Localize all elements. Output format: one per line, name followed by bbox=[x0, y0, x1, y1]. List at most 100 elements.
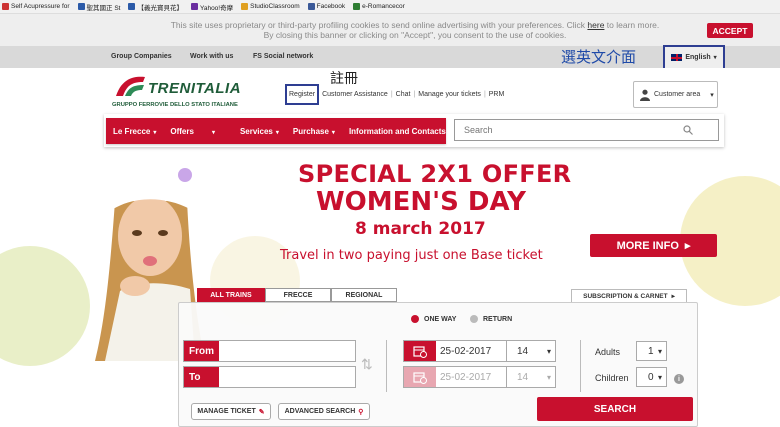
more-info-button[interactable]: MORE INFO ▸ bbox=[590, 234, 717, 257]
cookie-message: This site uses proprietary or third-part… bbox=[170, 20, 660, 40]
header-links: Register Customer Assistance | Chat | Ma… bbox=[285, 83, 504, 105]
customer-assistance-link[interactable]: Customer Assistance bbox=[322, 91, 388, 98]
chevron-down-icon: ▾ bbox=[713, 55, 717, 61]
bookmark-icon bbox=[2, 3, 9, 10]
promo-subtitle: WOMEN'S DAY bbox=[316, 187, 526, 217]
facebook-icon bbox=[307, 3, 315, 10]
fs-social-network-link[interactable]: FS Social network bbox=[253, 53, 313, 60]
customer-area-button[interactable]: Customer area ▾ bbox=[633, 81, 718, 108]
bookmark-item[interactable]: Yahoo!奇摩 bbox=[190, 2, 233, 12]
children-label: Children bbox=[595, 373, 629, 383]
bookmark-item[interactable]: 【義光寶貝花】 bbox=[128, 2, 183, 12]
main-nav: Le Frecce ▾ Offers ▾ Services ▾ Purchase ▾ I… bbox=[106, 118, 452, 144]
to-input[interactable] bbox=[219, 367, 355, 387]
fs-logo-icon bbox=[116, 76, 145, 96]
tab-all-trains[interactable]: ALL TRAINS bbox=[197, 288, 265, 302]
train-type-tabs: ALL TRAINS FRECCE REGIONAL bbox=[197, 288, 397, 302]
cookie-banner: This site uses proprietary or third-part… bbox=[0, 14, 780, 46]
from-field[interactable]: From bbox=[183, 340, 356, 362]
nav-information-contacts[interactable]: Information and Contacts ▾ bbox=[342, 127, 459, 136]
chevron-down-icon: ▾ bbox=[657, 346, 662, 356]
search-input[interactable] bbox=[454, 119, 719, 141]
chevron-down-icon: ▾ bbox=[448, 129, 452, 136]
radio-selected-icon bbox=[411, 315, 419, 323]
group-companies-link[interactable]: Group Companies bbox=[111, 53, 172, 60]
nav-purchase[interactable]: Purchase ▾ bbox=[286, 127, 342, 136]
manage-ticket-button[interactable]: MANAGE TICKET ✎ bbox=[191, 403, 271, 420]
tab-regional[interactable]: REGIONAL bbox=[331, 288, 397, 302]
bookmark-icon bbox=[353, 3, 361, 10]
bookmark-item[interactable]: StudioClassroom bbox=[241, 3, 300, 10]
divider bbox=[386, 340, 387, 392]
advanced-search-button[interactable]: ADVANCED SEARCH ⚲ bbox=[278, 403, 370, 420]
accept-cookies-button[interactable]: ACCEPT bbox=[707, 23, 753, 38]
adults-select[interactable]: 1 ▾ bbox=[636, 341, 667, 361]
chevron-right-icon: ▸ bbox=[671, 293, 675, 300]
bookmark-item[interactable]: e-Romancecor bbox=[353, 3, 405, 10]
flower-bokeh bbox=[0, 246, 90, 366]
search-icon[interactable] bbox=[683, 125, 693, 135]
uk-flag-icon bbox=[671, 54, 683, 61]
from-input[interactable] bbox=[219, 341, 355, 361]
nav-offers[interactable]: Offers ▾ bbox=[163, 127, 233, 136]
adults-label: Adults bbox=[595, 347, 621, 357]
work-with-us-link[interactable]: Work with us bbox=[190, 53, 233, 60]
register-link[interactable]: Register bbox=[285, 83, 320, 105]
bookmarks-bar: Self Acupressure for 聖其國正 St 【義光寶貝花】 Yah… bbox=[0, 0, 780, 14]
chevron-down-icon: ▾ bbox=[153, 129, 157, 136]
return-hour-select[interactable]: 14 ▾ bbox=[506, 367, 555, 387]
calendar-icon[interactable] bbox=[404, 341, 436, 361]
bookmark-item[interactable]: Facebook bbox=[307, 3, 345, 10]
subscription-carnet-button[interactable]: SUBSCRIPTION & CARNET ▸ bbox=[571, 289, 687, 303]
trenitalia-logo[interactable]: TRENITALIA GRUPPO FERROVIE DELLO STATO I… bbox=[112, 72, 241, 112]
swap-stations-icon[interactable]: ⇅ bbox=[361, 356, 373, 373]
return-radio[interactable]: RETURN bbox=[470, 315, 512, 323]
promo-description: Travel in two paying just one Base ticke… bbox=[280, 248, 543, 263]
chevron-down-icon: ▾ bbox=[546, 372, 551, 382]
chevron-right-icon: ▸ bbox=[684, 240, 691, 252]
nav-services[interactable]: Services ▾ bbox=[233, 127, 286, 136]
divider bbox=[580, 340, 581, 392]
customer-area-label: Customer area bbox=[654, 91, 701, 98]
cookie-learn-more-link[interactable]: here bbox=[587, 20, 604, 30]
chat-link[interactable]: Chat bbox=[396, 91, 411, 98]
chevron-down-icon: ▾ bbox=[546, 346, 551, 356]
return-date-picker[interactable]: 25-02-2017 14 ▾ bbox=[403, 366, 556, 388]
outbound-date-picker[interactable]: 25-02-2017 14 ▾ bbox=[403, 340, 556, 362]
bookmark-icon bbox=[190, 3, 198, 10]
return-date-value: 25-02-2017 bbox=[440, 371, 492, 383]
tab-frecce[interactable]: FRECCE bbox=[265, 288, 331, 302]
bookmark-icon bbox=[77, 3, 85, 10]
prm-link[interactable]: PRM bbox=[489, 91, 505, 98]
chevron-down-icon: ▾ bbox=[657, 372, 662, 382]
chevron-down-icon: ▾ bbox=[710, 91, 714, 99]
bookmark-icon bbox=[241, 3, 249, 10]
outbound-hour-select[interactable]: 14 ▾ bbox=[506, 341, 555, 361]
language-annotation: 選英文介面 bbox=[561, 48, 637, 66]
to-label: To bbox=[184, 367, 219, 387]
to-field[interactable]: To bbox=[183, 366, 356, 388]
logo-brand: TRENITALIA bbox=[148, 80, 242, 97]
radio-unselected-icon bbox=[470, 315, 478, 323]
calendar-icon[interactable] bbox=[404, 367, 436, 387]
chevron-down-icon: ▾ bbox=[275, 129, 279, 136]
ticket-icon: ✎ bbox=[258, 408, 265, 416]
children-select[interactable]: 0 ▾ bbox=[636, 367, 667, 387]
search-icon: ⚲ bbox=[358, 408, 364, 416]
info-icon[interactable]: i bbox=[674, 374, 684, 384]
nav-le-frecce[interactable]: Le Frecce ▾ bbox=[106, 127, 163, 136]
from-label: From bbox=[184, 341, 219, 361]
chevron-down-icon: ▾ bbox=[211, 129, 215, 136]
user-icon bbox=[640, 89, 650, 101]
manage-tickets-link[interactable]: Manage your tickets bbox=[418, 91, 481, 98]
logo-subtitle: GRUPPO FERROVIE DELLO STATO ITALIANE bbox=[112, 102, 238, 108]
bookmark-icon bbox=[128, 3, 136, 10]
promo-date: 8 march 2017 bbox=[355, 219, 486, 239]
promo-title: SPECIAL 2X1 OFFER bbox=[298, 160, 572, 188]
one-way-radio[interactable]: ONE WAY bbox=[411, 315, 456, 323]
bookmark-item[interactable]: Self Acupressure for bbox=[2, 3, 70, 10]
bookmark-item[interactable]: 聖其國正 St bbox=[77, 2, 120, 12]
search-trains-button[interactable]: SEARCH bbox=[537, 397, 693, 421]
language-selector[interactable]: English ▾ bbox=[663, 45, 725, 70]
language-label: English bbox=[685, 54, 711, 61]
